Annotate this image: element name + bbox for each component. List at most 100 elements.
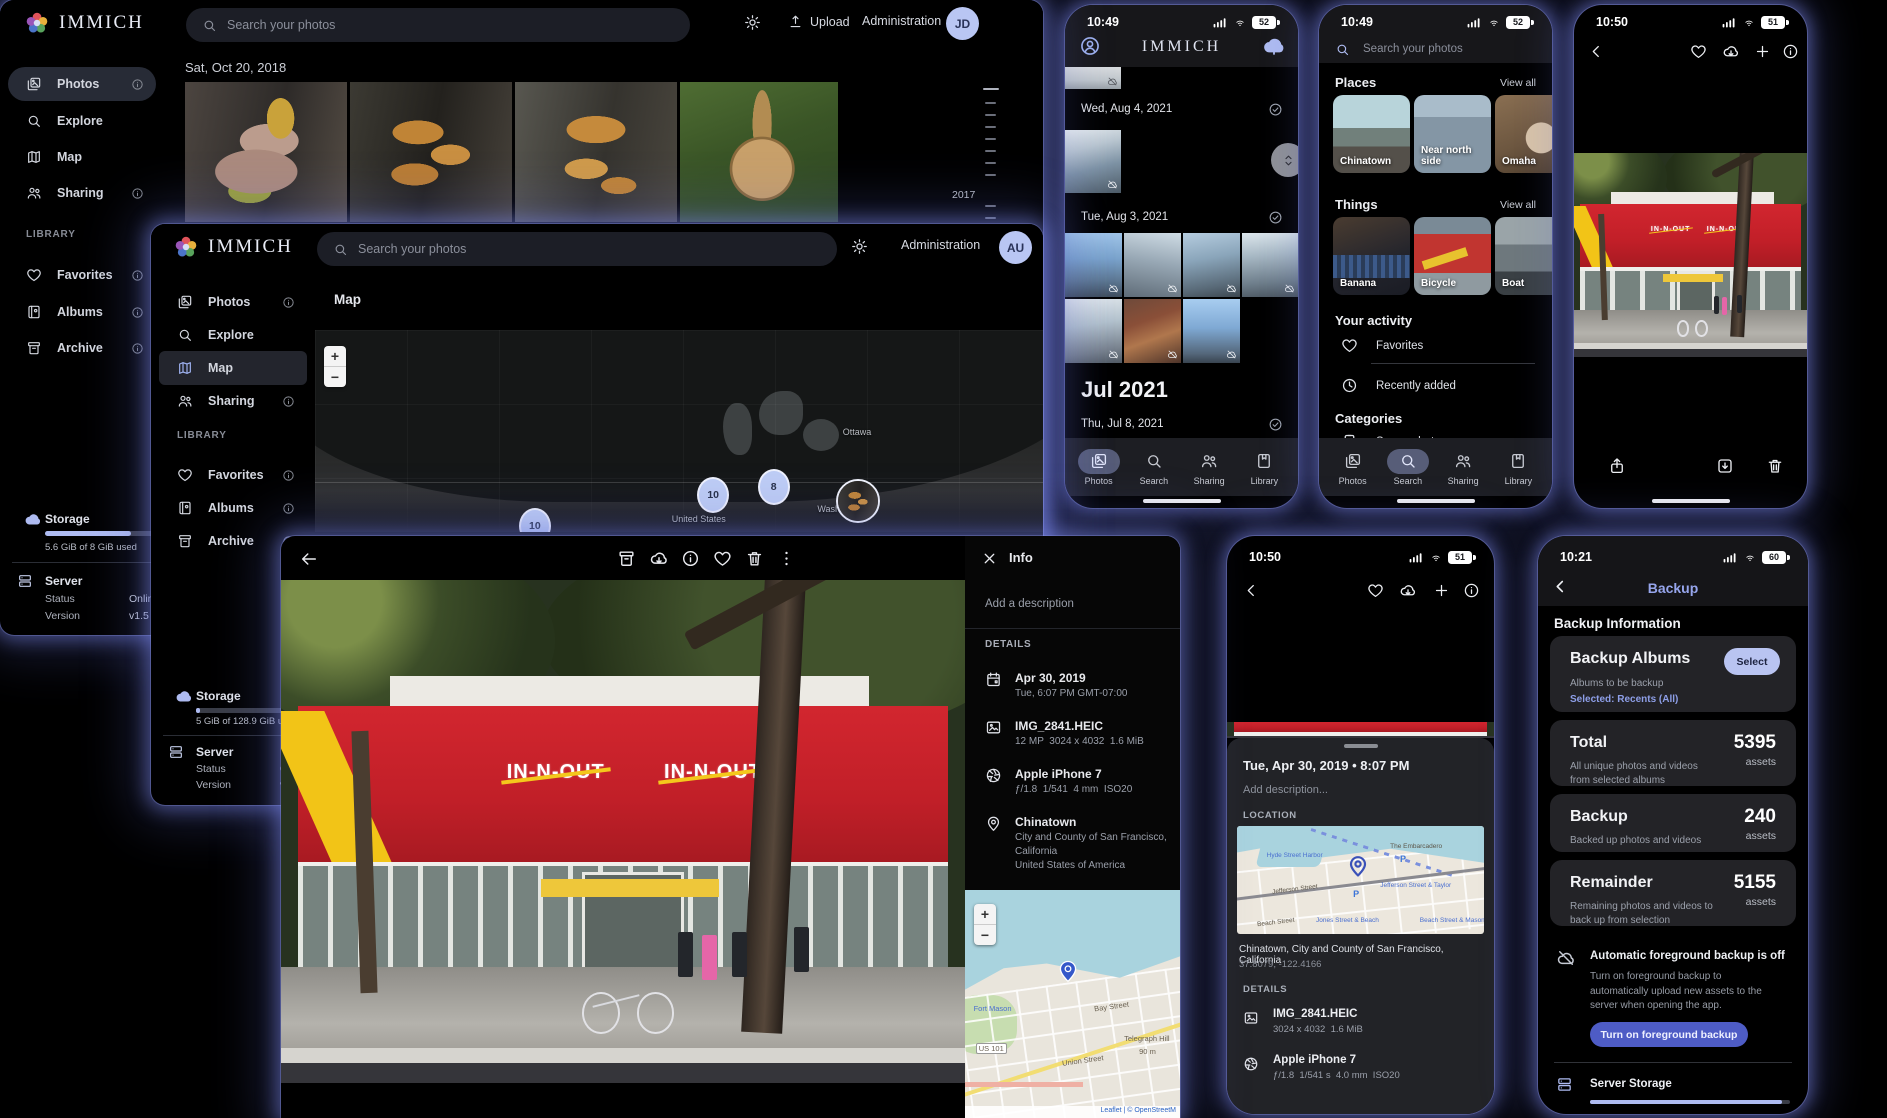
search-input[interactable]: Search your photos — [186, 8, 690, 42]
sidebar-item-sharing[interactable]: Sharing — [8, 176, 156, 210]
add-description-field[interactable]: Add a description — [985, 598, 1074, 610]
photo-viewer-image[interactable]: IN-N-OUT IN-N-OUT — [281, 580, 965, 1083]
cloud-icon[interactable] — [649, 549, 669, 569]
places-view-all[interactable]: View all — [1500, 77, 1536, 89]
photo-thumbnail[interactable] — [1065, 299, 1122, 363]
turn-on-backup-button[interactable]: Turn on foreground backup — [1590, 1022, 1748, 1047]
detail-location-title[interactable]: Chinatown — [1015, 815, 1076, 829]
nav-tab-photos[interactable]: Photos — [1071, 449, 1126, 486]
add-icon[interactable] — [1433, 582, 1450, 599]
map-cluster-marker[interactable]: 8 — [758, 469, 790, 505]
delete-icon[interactable] — [1766, 457, 1784, 475]
home-indicator[interactable] — [1397, 499, 1475, 503]
photo-thumbnail[interactable] — [680, 82, 838, 222]
sidebar-item-favorites[interactable]: Favorites — [8, 258, 156, 292]
info-icon[interactable] — [1463, 582, 1480, 599]
theme-toggle-button[interactable] — [744, 14, 761, 31]
photo-strip[interactable] — [1227, 722, 1494, 738]
photo-viewer-image[interactable]: IN-N-OUT IN-N-OUT — [1574, 153, 1807, 357]
photo-thumbnail[interactable] — [185, 82, 347, 222]
nav-tab-sharing[interactable]: Sharing — [1436, 449, 1491, 486]
photo-thumbnail[interactable] — [1065, 67, 1121, 89]
upload-cloud-icon[interactable] — [1399, 582, 1417, 600]
thing-card[interactable]: Bicycle — [1414, 217, 1491, 295]
photo-thumbnail[interactable] — [1065, 233, 1122, 297]
sidebar-item-sharing[interactable]: Sharing — [159, 384, 307, 418]
administration-link[interactable]: Administration — [901, 238, 980, 252]
activity-favorites[interactable]: Favorites — [1341, 337, 1423, 354]
sidebar-item-map[interactable]: Map — [159, 351, 307, 385]
things-view-all[interactable]: View all — [1500, 199, 1536, 211]
select-day-checkbox[interactable] — [1268, 210, 1283, 225]
photo-thumbnail[interactable] — [1183, 233, 1240, 297]
photo-thumbnail[interactable] — [1242, 233, 1298, 297]
zoom-in-button[interactable]: + — [324, 346, 346, 367]
download-icon[interactable] — [617, 549, 636, 568]
sidebar-item-favorites[interactable]: Favorites — [159, 458, 307, 492]
location-map[interactable]: The Embarcadero Hyde Street Harbor Jeffe… — [1237, 826, 1484, 934]
place-card[interactable]: Omaha — [1495, 95, 1552, 173]
map-zoom-control[interactable]: + − — [324, 346, 346, 387]
sidebar-item-explore[interactable]: Explore — [159, 318, 307, 352]
photo-thumbnail[interactable] — [1183, 299, 1240, 363]
thing-card[interactable]: Banana — [1333, 217, 1410, 295]
nav-tab-library[interactable]: Library — [1237, 449, 1292, 486]
back-icon[interactable] — [1243, 582, 1260, 599]
world-map[interactable]: Ottawa United States Washington 10 10 8 … — [315, 330, 1043, 532]
share-icon[interactable] — [1608, 457, 1626, 475]
info-icon[interactable] — [1782, 43, 1799, 60]
sidebar-item-albums[interactable]: Albums — [159, 491, 307, 525]
favorite-icon[interactable] — [1367, 582, 1384, 599]
activity-recently-added[interactable]: Recently added — [1341, 377, 1456, 394]
sidebar-item-photos[interactable]: Photos — [159, 285, 307, 319]
user-avatar[interactable]: JD — [946, 7, 979, 40]
nav-tab-library[interactable]: Library — [1491, 449, 1546, 486]
sidebar-item-archive[interactable]: Archive — [8, 331, 156, 365]
sidebar-item-explore[interactable]: Explore — [8, 104, 156, 138]
delete-icon[interactable] — [745, 549, 764, 568]
home-indicator[interactable] — [1143, 499, 1221, 503]
sidebar-item-albums[interactable]: Albums — [8, 295, 156, 329]
more-icon[interactable] — [777, 549, 796, 568]
photo-thumbnail[interactable] — [1065, 130, 1121, 193]
map-zoom-control[interactable]: + − — [974, 904, 996, 945]
select-day-checkbox[interactable] — [1268, 417, 1283, 432]
upload-button[interactable]: Upload — [788, 14, 850, 29]
zoom-out-button[interactable]: − — [324, 367, 346, 387]
thing-card[interactable]: Boat — [1495, 217, 1552, 295]
scrollbar-thumb[interactable] — [1271, 143, 1298, 177]
select-button[interactable]: Select — [1724, 648, 1780, 675]
back-icon[interactable] — [299, 549, 319, 569]
select-day-checkbox[interactable] — [1268, 102, 1283, 117]
sidebar-item-map[interactable]: Map — [8, 140, 156, 174]
photo-thumbnail[interactable] — [515, 82, 677, 222]
back-icon[interactable] — [1552, 578, 1569, 595]
location-map[interactable]: Fort Mason US 101 Bay Street Union Stree… — [965, 890, 1180, 1118]
download-icon[interactable] — [1716, 457, 1734, 475]
info-bottom-sheet[interactable]: Tue, Apr 30, 2019 • 8:07 PM Add descript… — [1227, 738, 1494, 1114]
favorite-icon[interactable] — [1690, 43, 1707, 60]
sidebar-item-photos[interactable]: Photos — [8, 67, 156, 101]
search-input[interactable]: Search your photos — [1363, 43, 1463, 55]
theme-toggle-button[interactable] — [851, 238, 868, 255]
home-indicator[interactable] — [1652, 499, 1730, 503]
map-attribution[interactable]: Leaflet | © OpenStreetM — [965, 1106, 1180, 1118]
nav-tab-photos[interactable]: Photos — [1325, 449, 1380, 486]
zoom-out-button[interactable]: − — [974, 925, 996, 945]
add-icon[interactable] — [1754, 43, 1771, 60]
profile-icon[interactable] — [1079, 35, 1101, 57]
administration-link[interactable]: Administration — [862, 14, 941, 28]
nav-tab-search[interactable]: Search — [1380, 449, 1435, 486]
back-icon[interactable] — [1588, 43, 1605, 60]
place-card[interactable]: Chinatown — [1333, 95, 1410, 173]
add-description-field[interactable]: Add description... — [1243, 784, 1328, 796]
sheet-drag-handle[interactable] — [1344, 744, 1378, 748]
photo-thumbnail[interactable] — [1124, 233, 1181, 297]
nav-tab-sharing[interactable]: Sharing — [1182, 449, 1237, 486]
backup-cloud-icon[interactable] — [1262, 34, 1286, 58]
user-avatar[interactable]: AU — [999, 231, 1032, 264]
upload-cloud-icon[interactable] — [1722, 43, 1740, 61]
zoom-in-button[interactable]: + — [974, 904, 996, 925]
photo-thumbnail[interactable] — [1124, 299, 1181, 363]
immich-logo[interactable]: IMMICH — [173, 234, 293, 260]
